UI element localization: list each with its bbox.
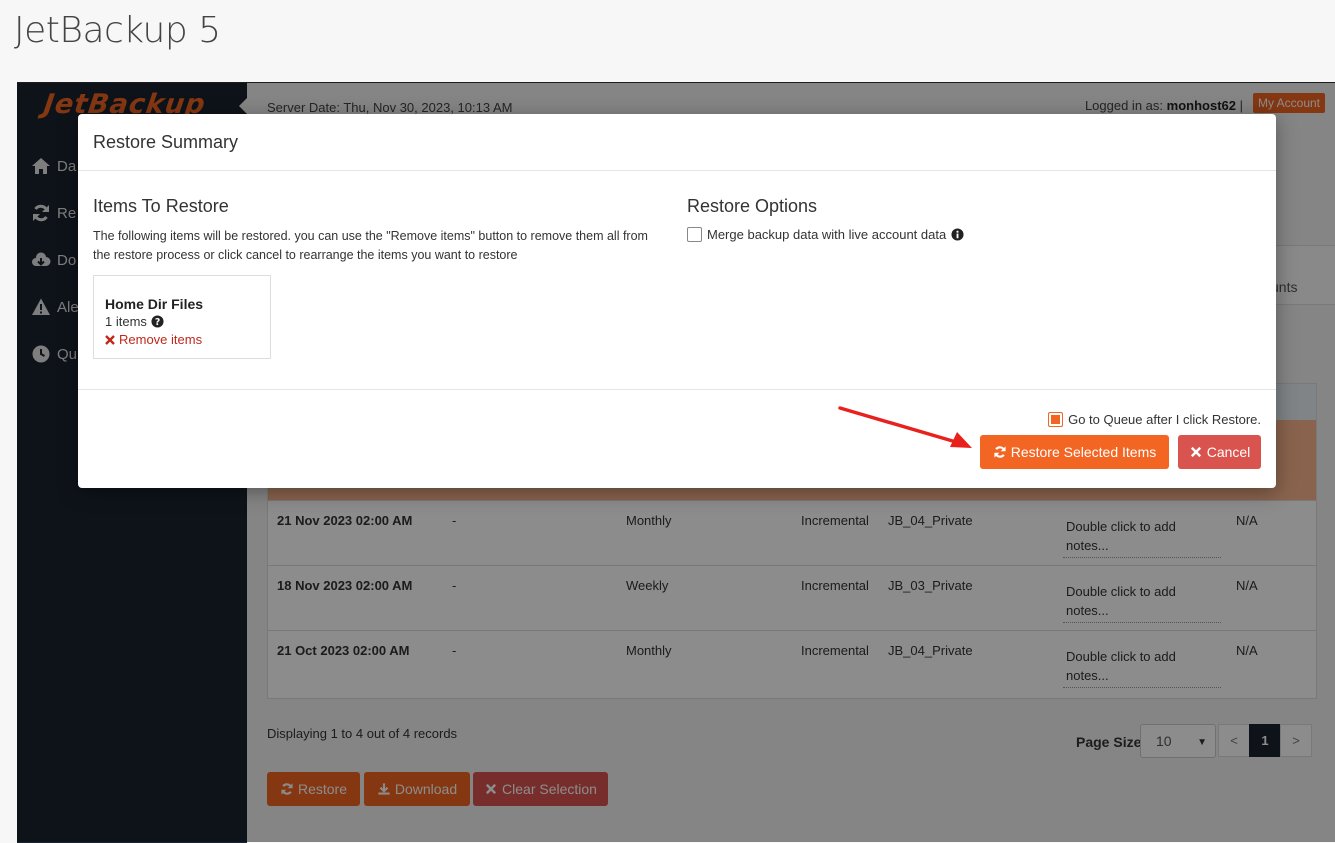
refresh-icon xyxy=(994,446,1006,458)
merge-label: Merge backup data with live account data xyxy=(707,227,947,242)
restore-options-title: Restore Options xyxy=(687,196,818,216)
restore-description: The following items will be restored. yo… xyxy=(93,229,648,262)
info-icon[interactable] xyxy=(951,228,964,241)
modal-title: Restore Summary xyxy=(93,132,239,152)
cancel-label: Cancel xyxy=(1206,444,1251,460)
modal-header: Restore Summary xyxy=(78,114,1276,171)
restore-item-card: Home Dir Files 1 items ? Remove items xyxy=(93,275,271,359)
question-circle-icon[interactable]: ? xyxy=(151,315,164,328)
close-icon xyxy=(105,334,115,345)
annotation-arrow-icon xyxy=(838,406,972,448)
go-to-queue-label: Go to Queue after I click Restore. xyxy=(1068,412,1261,427)
restore-selected-items-button[interactable]: Restore Selected Items xyxy=(980,435,1169,469)
items-to-restore-title: Items To Restore xyxy=(93,196,229,216)
go-to-queue-option[interactable]: Go to Queue after I click Restore. xyxy=(1048,412,1261,427)
remove-items-link[interactable]: Remove items xyxy=(105,332,202,347)
close-icon xyxy=(1190,446,1201,458)
merge-checkbox[interactable] xyxy=(687,227,702,242)
svg-text:?: ? xyxy=(155,317,160,328)
restore-item-count-label: 1 items xyxy=(105,314,147,329)
restore-item-count: 1 items ? xyxy=(105,314,164,329)
restore-summary-modal: Restore Summary Items To Restore The fol… xyxy=(78,114,1276,488)
remove-items-label: Remove items xyxy=(119,332,203,347)
page-title: JetBackup 5 xyxy=(14,10,221,51)
cancel-button[interactable]: Cancel xyxy=(1178,435,1261,469)
go-to-queue-checkbox[interactable] xyxy=(1048,412,1064,427)
modal-footer: Go to Queue after I click Restore. Resto… xyxy=(78,389,1276,488)
merge-option[interactable]: Merge backup data with live account data xyxy=(687,227,964,242)
restore-selected-items-label: Restore Selected Items xyxy=(1010,444,1157,460)
restore-item-name: Home Dir Files xyxy=(105,296,204,312)
